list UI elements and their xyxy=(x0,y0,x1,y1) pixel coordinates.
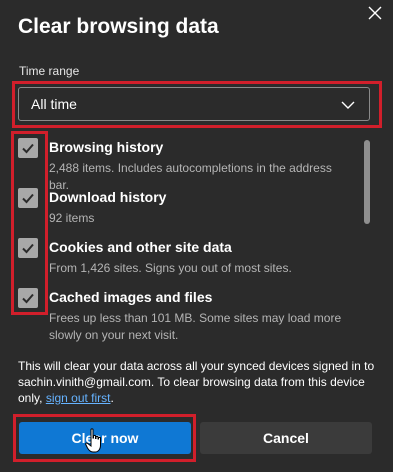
cookies-checkbox[interactable] xyxy=(18,238,38,258)
time-range-label: Time range xyxy=(19,64,80,78)
cached-images-checkbox[interactable] xyxy=(18,288,38,308)
browsing-history-checkbox[interactable] xyxy=(18,138,38,158)
item-title: Cached images and files xyxy=(49,289,213,305)
item-title: Browsing history xyxy=(49,139,164,155)
data-types-list: Browsing history 2,488 items. Includes a… xyxy=(0,128,393,352)
close-button[interactable] xyxy=(364,2,386,24)
time-range-select[interactable]: All time xyxy=(18,87,370,121)
checkmark-icon xyxy=(22,243,34,254)
list-scrollbar[interactable] xyxy=(364,140,370,224)
checkmark-icon xyxy=(22,143,34,154)
item-title: Cookies and other site data xyxy=(49,239,232,255)
chevron-down-icon xyxy=(341,101,355,109)
item-description: Frees up less than 101 MB. Some sites ma… xyxy=(49,311,342,342)
cancel-button[interactable]: Cancel xyxy=(200,422,372,454)
checkmark-icon xyxy=(22,193,34,204)
item-description: From 1,426 sites. Signs you out of most … xyxy=(49,261,292,275)
item-title: Download history xyxy=(49,189,167,205)
sign-out-link[interactable]: sign out first xyxy=(46,391,111,405)
clear-now-button[interactable]: Clear now xyxy=(19,422,191,454)
time-range-value: All time xyxy=(31,96,77,112)
close-icon xyxy=(368,6,382,20)
sync-notice-suffix: . xyxy=(110,391,114,405)
download-history-checkbox[interactable] xyxy=(18,188,38,208)
clear-browsing-data-dialog: Clear browsing data Time range All time … xyxy=(0,0,393,472)
checkmark-icon xyxy=(22,293,34,304)
dialog-title: Clear browsing data xyxy=(18,15,219,38)
sync-notice: This will clear your data across all you… xyxy=(18,358,378,406)
item-description: 92 items xyxy=(49,211,95,225)
